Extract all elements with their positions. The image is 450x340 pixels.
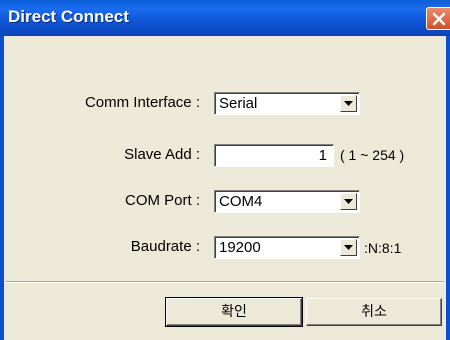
com-port-dropdown-button[interactable]	[340, 193, 357, 210]
chevron-down-icon	[344, 245, 353, 250]
chevron-down-icon	[344, 199, 353, 204]
close-button[interactable]	[426, 7, 450, 30]
cancel-button[interactable]: 취소	[306, 298, 442, 326]
ok-button[interactable]: 확인	[165, 297, 303, 327]
baudrate-dropdown-button[interactable]	[340, 239, 357, 256]
slave-add-range-hint: ( 1 ~ 254 )	[340, 147, 405, 163]
title-bar[interactable]: Direct Connect	[0, 0, 450, 36]
slave-add-input[interactable]: 1	[214, 144, 334, 167]
comm-interface-value: Serial	[219, 95, 258, 112]
window-frame-right	[446, 36, 450, 340]
close-icon	[432, 12, 446, 26]
button-separator	[6, 281, 444, 283]
com-port-value: COM4	[219, 193, 263, 210]
comm-interface-dropdown-button[interactable]	[340, 95, 357, 112]
baudrate-label: Baudrate :	[130, 238, 200, 255]
baudrate-select[interactable]: 19200	[214, 236, 360, 259]
com-port-label: COM Port :	[124, 192, 200, 209]
comm-interface-select[interactable]: Serial	[214, 92, 360, 115]
baudrate-format-suffix: :N:8:1	[364, 240, 402, 256]
slave-add-label: Slave Add :	[124, 146, 200, 163]
comm-interface-label: Comm Interface :	[84, 94, 200, 111]
slave-add-value: 1	[318, 147, 327, 164]
window-title: Direct Connect	[8, 7, 129, 26]
com-port-select[interactable]: COM4	[214, 190, 360, 213]
window-frame-left	[0, 36, 4, 340]
baudrate-value: 19200	[219, 239, 261, 256]
chevron-down-icon	[344, 101, 353, 106]
